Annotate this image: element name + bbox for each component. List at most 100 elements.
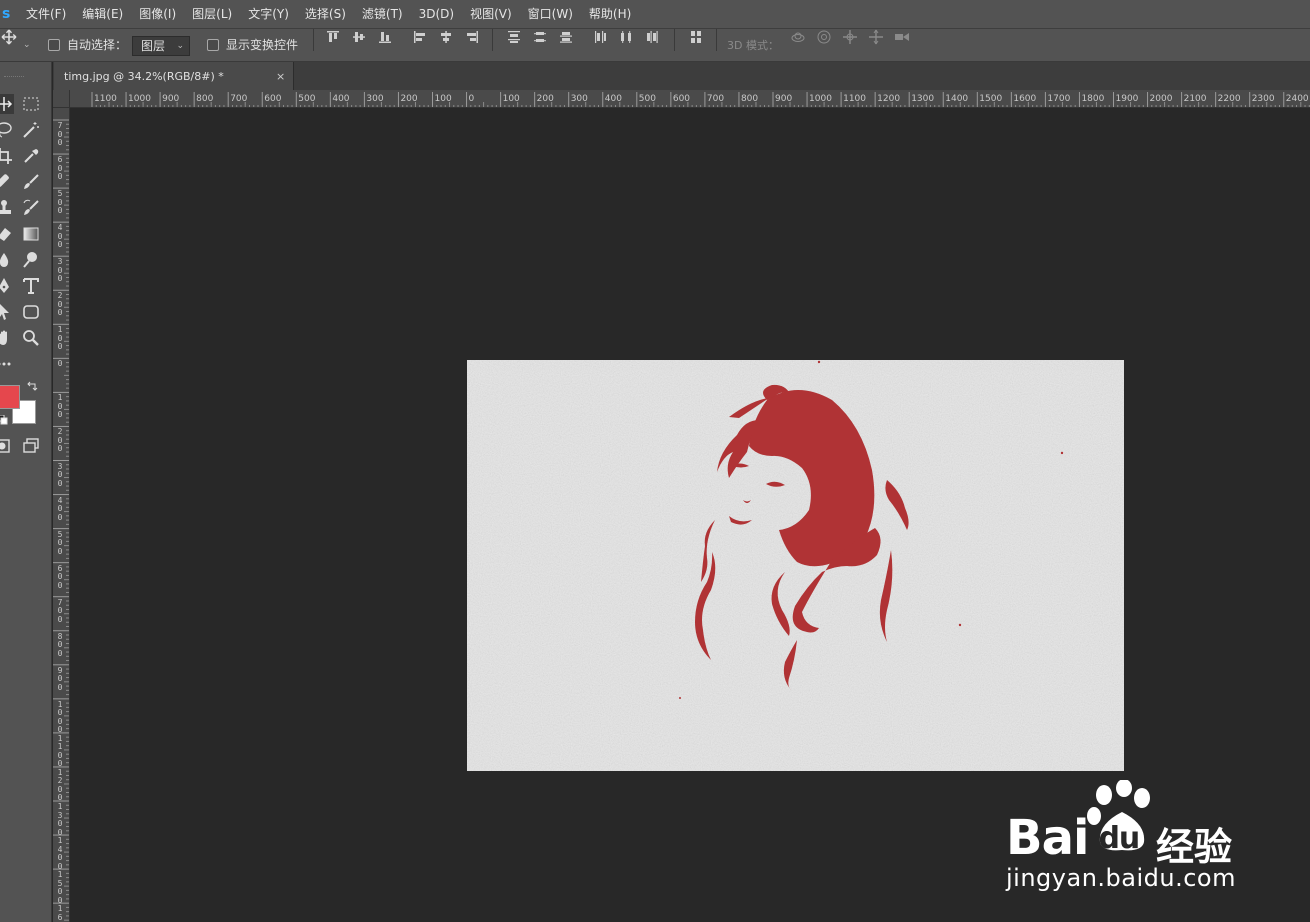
ruler-h-label: 2300 [1251, 94, 1275, 104]
magic-wand-icon [23, 122, 39, 138]
panel-grip[interactable] [4, 76, 24, 78]
ruler-h-label: 400 [604, 94, 622, 104]
align-bottom-icon[interactable] [377, 29, 393, 45]
pen-tool[interactable] [0, 276, 14, 296]
eyedropper-tool[interactable] [21, 146, 41, 166]
ruler-v-label: 500 [57, 189, 63, 216]
menu-layer[interactable]: 图层(L) [184, 0, 240, 28]
ruler-h-label: 700 [230, 94, 248, 104]
3d-mode-label: 3D 模式： [727, 39, 779, 52]
ruler-v-label: 600 [57, 563, 63, 590]
magic-wand-tool[interactable] [21, 120, 41, 140]
move-tool-preset-icon[interactable] [1, 29, 17, 45]
ruler-origin[interactable] [53, 90, 70, 108]
clone-stamp-icon [0, 200, 11, 214]
ruler-v-label: 600 [57, 155, 63, 182]
distribute-right-icon[interactable] [644, 29, 660, 45]
options-bar: ⌄ 自动选择： 图层 ⌄ 显示变换控件 3D 模式： [0, 28, 1310, 62]
default-colors-icon [0, 414, 8, 425]
divider [492, 29, 493, 51]
distribute-vertical-center-icon[interactable] [532, 29, 548, 45]
ruler-h-label: 2400 [1285, 94, 1309, 104]
align-top-icon[interactable] [325, 29, 341, 45]
screen-mode-button[interactable] [21, 436, 41, 456]
blur-tool[interactable] [0, 250, 14, 270]
menu-image[interactable]: 图像(I) [131, 0, 184, 28]
align-horizontal-center-icon[interactable] [438, 29, 454, 45]
show-transform-checkbox[interactable] [207, 39, 219, 51]
ruler-h-label: 900 [775, 94, 793, 104]
move-tool[interactable] [0, 94, 14, 114]
3d-orbit-icon[interactable] [790, 29, 806, 45]
align-right-icon[interactable] [464, 29, 480, 45]
ruler-h-label: 1800 [1081, 94, 1105, 104]
menu-view[interactable]: 视图(V) [462, 0, 520, 28]
crop-tool[interactable] [0, 146, 14, 166]
menu-help[interactable]: 帮助(H) [581, 0, 639, 28]
path-select-icon [0, 304, 9, 320]
ruler-h-label: 2200 [1217, 94, 1241, 104]
edit-toolbar-icon [0, 362, 11, 366]
close-icon[interactable]: × [276, 62, 285, 91]
gradient-tool[interactable] [21, 224, 41, 244]
auto-select-checkbox[interactable] [48, 39, 60, 51]
menu-3d[interactable]: 3D(D) [411, 0, 462, 28]
distribute-left-icon[interactable] [592, 29, 608, 45]
distribute-bottom-icon[interactable] [558, 29, 574, 45]
dodge-tool[interactable] [21, 250, 41, 270]
auto-align-layers-icon[interactable] [688, 29, 704, 45]
rectangle-tool[interactable] [21, 302, 41, 322]
watermark-product: 经验 [1156, 825, 1233, 869]
menu-type[interactable]: 文字(Y) [240, 0, 297, 28]
ruler-h-label: 300 [570, 94, 588, 104]
ruler-v-label: 1400 [57, 836, 63, 871]
rectangle-icon [23, 305, 39, 319]
ruler-v-label: 700 [57, 597, 63, 624]
3d-slide-icon[interactable] [868, 29, 884, 45]
3d-scale-icon[interactable] [894, 29, 910, 45]
ruler-v-label: 1300 [57, 802, 63, 837]
3d-pan-icon[interactable] [842, 29, 858, 45]
brush-tool[interactable] [21, 172, 41, 192]
ruler-h-label: 200 [536, 94, 554, 104]
horizontal-ruler[interactable]: 1100 1000 900 800 700 600 500 400 300 200 100 0 100 2… [70, 90, 1310, 108]
swap-colors-button[interactable] [26, 380, 38, 392]
blur-icon [0, 253, 9, 267]
menu-filter[interactable]: 滤镜(T) [354, 0, 411, 28]
align-left-icon[interactable] [412, 29, 428, 45]
foreground-color-swatch[interactable] [0, 385, 20, 409]
watermark-brand-du: du [1098, 821, 1140, 856]
menu-edit[interactable]: 编辑(E) [74, 0, 131, 28]
default-colors-button[interactable] [0, 414, 8, 425]
ruler-h-label: 2100 [1183, 94, 1207, 104]
vertical-ruler[interactable]: 700 600 500 400 300 200 100 0 100 200 300 400 500 600… [53, 108, 70, 922]
document-tab[interactable]: timg.jpg @ 34.2%(RGB/8#) * × [54, 62, 294, 90]
edit-toolbar-button[interactable] [0, 354, 14, 374]
menu-file[interactable]: 文件(F) [18, 0, 74, 28]
clone-stamp-tool[interactable] [0, 198, 14, 218]
distribute-top-icon[interactable] [506, 29, 522, 45]
zoom-tool[interactable] [21, 328, 41, 348]
menu-window[interactable]: 窗口(W) [520, 0, 581, 28]
history-brush-tool[interactable] [21, 198, 41, 218]
type-tool[interactable] [21, 276, 41, 296]
tool-preset-chevron-icon[interactable]: ⌄ [23, 29, 31, 62]
distribute-horizontal-center-icon[interactable] [618, 29, 634, 45]
brush-icon [24, 174, 39, 189]
lasso-tool[interactable] [0, 120, 14, 140]
healing-brush-tool[interactable] [0, 172, 14, 192]
align-vertical-center-icon[interactable] [351, 29, 367, 45]
ruler-h-label: 600 [264, 94, 282, 104]
document-image[interactable] [467, 360, 1124, 771]
ruler-v-label: 900 [57, 665, 63, 692]
ruler-v-label: 400 [57, 495, 63, 522]
menu-select[interactable]: 选择(S) [297, 0, 354, 28]
path-selection-tool[interactable] [0, 302, 14, 322]
auto-select-target-select[interactable]: 图层 ⌄ [132, 36, 190, 56]
marquee-tool[interactable] [21, 94, 41, 114]
quick-mask-button[interactable] [0, 436, 12, 456]
ruler-h-label: 100 [434, 94, 452, 104]
3d-roll-icon[interactable] [816, 29, 832, 45]
eraser-tool[interactable] [0, 224, 14, 244]
hand-tool[interactable] [0, 328, 14, 348]
